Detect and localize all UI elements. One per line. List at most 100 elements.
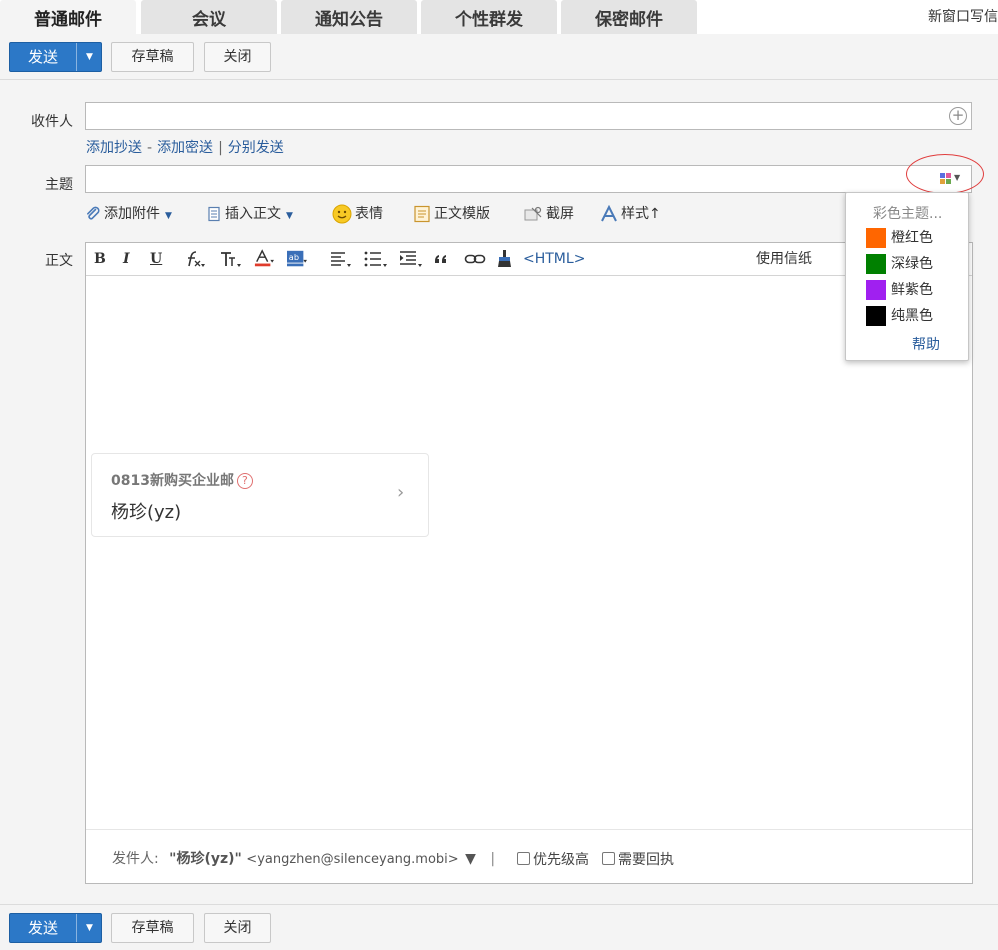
theme-option-label: 橙红色 — [891, 230, 933, 246]
style-label: 样式↑ — [621, 206, 661, 222]
sender-name: "杨珍(yz)" — [169, 851, 242, 867]
theme-option-orange[interactable]: 橙红色 — [866, 228, 933, 248]
smiley-icon — [332, 204, 352, 224]
theme-option-black[interactable]: 纯黑色 — [866, 306, 933, 326]
theme-option-dark-green[interactable]: 深绿色 — [866, 254, 933, 274]
add-cc-link[interactable]: 添加抄送 — [86, 140, 142, 156]
bold-button[interactable]: B — [94, 249, 106, 269]
sender-label: 发件人: — [112, 851, 159, 867]
tab-confidential-mail[interactable]: 保密邮件 — [561, 0, 697, 34]
quote-icon[interactable] — [433, 249, 449, 269]
add-contact-icon[interactable]: + — [949, 107, 967, 125]
chevron-right-icon[interactable]: › — [397, 482, 404, 503]
send-options-caret-icon[interactable]: ▼ — [77, 43, 102, 71]
emoji-button[interactable]: 表情 — [332, 203, 383, 225]
insert-body-button[interactable]: 插入正文 ▼ — [206, 203, 293, 225]
to-label: 收件人 — [31, 114, 73, 130]
add-attachment-button[interactable]: 添加附件 ▼ — [85, 203, 172, 225]
tab-meeting[interactable]: 会议 — [141, 0, 277, 34]
priority-label: 优先级高 — [533, 852, 589, 868]
swatch-orange — [866, 228, 886, 248]
theme-help-link[interactable]: 帮助 — [912, 334, 940, 354]
cc-links: 添加抄送 - 添加密送 | 分别发送 — [86, 137, 284, 157]
add-attachment-label: 添加附件 — [104, 206, 160, 222]
paperclip-icon — [87, 206, 100, 220]
swatch-black — [866, 306, 886, 326]
insert-body-label: 插入正文 — [225, 206, 281, 222]
bottom-toolbar: 发送 ▼ 存草稿 关闭 — [0, 904, 998, 950]
swatch-purple — [866, 280, 886, 300]
receipt-option[interactable]: 需要回执 — [602, 849, 674, 869]
new-window-compose-link[interactable]: 新窗口写信 — [928, 6, 998, 26]
priority-checkbox[interactable] — [517, 852, 530, 865]
close-button-bottom[interactable]: 关闭 — [204, 913, 271, 943]
screenshot-label: 截屏 — [546, 206, 574, 222]
format-painter-icon[interactable] — [496, 249, 514, 269]
add-bcc-link[interactable]: 添加密送 — [157, 140, 213, 156]
font-family-icon[interactable] — [184, 249, 206, 269]
save-draft-button[interactable]: 存草稿 — [111, 42, 194, 72]
font-color-icon[interactable] — [252, 249, 276, 269]
scissors-icon — [524, 206, 542, 221]
tab-notice[interactable]: 通知公告 — [281, 0, 417, 34]
signature-company-text: 0813新购买企业邮 — [111, 473, 234, 489]
send-button-bottom[interactable]: 发送 ▼ — [9, 913, 102, 943]
emoji-label: 表情 — [355, 206, 383, 222]
align-icon[interactable] — [329, 249, 353, 269]
send-separately-link[interactable]: 分别发送 — [228, 140, 284, 156]
body-label: 正文 — [45, 253, 73, 269]
font-size-icon[interactable] — [219, 249, 243, 269]
theme-option-label: 深绿色 — [891, 256, 933, 272]
footer-divider: | — [490, 851, 496, 867]
svg-text:ab: ab — [289, 252, 299, 262]
send-button-label: 发送 — [27, 919, 58, 937]
receipt-checkbox[interactable] — [602, 852, 615, 865]
send-button-label: 发送 — [27, 48, 58, 66]
highlight-circle — [906, 154, 984, 194]
top-toolbar: 发送 ▼ 存草稿 关闭 — [0, 34, 998, 80]
screenshot-button[interactable]: 截屏 — [523, 203, 574, 225]
to-input[interactable]: + — [85, 102, 972, 130]
highlight-color-icon[interactable]: ab — [285, 249, 309, 269]
link-icon[interactable] — [464, 249, 486, 269]
html-mode-button[interactable]: <HTML> — [523, 249, 585, 269]
tab-regular-mail[interactable]: 普通邮件 — [0, 0, 136, 34]
use-stationery-button[interactable]: 使用信纸 — [756, 249, 812, 269]
subject-label: 主题 — [45, 177, 73, 193]
template-icon — [414, 205, 430, 223]
signature-name: 杨珍(yz) — [111, 502, 182, 523]
theme-option-label: 鲜紫色 — [891, 282, 933, 298]
bar-separator: | — [218, 140, 223, 156]
indent-icon[interactable] — [398, 249, 424, 269]
theme-option-label: 纯黑色 — [891, 308, 933, 324]
underline-button[interactable]: U — [150, 249, 162, 269]
priority-option[interactable]: 优先级高 — [517, 849, 589, 869]
style-button[interactable]: 样式↑ — [600, 203, 661, 225]
theme-option-purple[interactable]: 鲜紫色 — [866, 280, 933, 300]
sender-footer: 发件人: "杨珍(yz)" <yangzhen@silenceyang.mobi… — [86, 829, 972, 883]
swatch-green — [866, 254, 886, 274]
send-button[interactable]: 发送 ▼ — [9, 42, 102, 72]
send-options-caret-icon[interactable]: ▼ — [77, 914, 102, 942]
color-theme-menu: 彩色主题... 橙红色 深绿色 鲜紫色 纯黑色 帮助 — [845, 192, 969, 361]
tab-personal-group[interactable]: 个性群发 — [421, 0, 557, 34]
italic-button[interactable]: I — [123, 249, 130, 269]
compose-type-tabs: 普通邮件 会议 通知公告 个性群发 保密邮件 新窗口写信 — [0, 0, 998, 34]
subject-input[interactable] — [85, 165, 972, 193]
font-style-icon — [601, 205, 617, 222]
body-template-button[interactable]: 正文模版 — [413, 203, 490, 225]
help-question-icon[interactable]: ? — [236, 473, 253, 489]
document-icon — [208, 206, 220, 222]
formatting-toolbar: B I U ab <HTML> 使用信纸 — [86, 243, 972, 276]
list-icon[interactable] — [363, 249, 389, 269]
body-editor[interactable]: B I U ab <HTML> 使用信纸 0813新购买企业邮 ? 杨珍(yz)… — [85, 242, 973, 884]
save-draft-button-bottom[interactable]: 存草稿 — [111, 913, 194, 943]
insert-caret-icon: ▼ — [286, 211, 293, 221]
sender-dropdown-icon[interactable]: ▼ — [465, 851, 476, 867]
receipt-label: 需要回执 — [618, 852, 674, 868]
theme-menu-title[interactable]: 彩色主题... — [873, 203, 942, 223]
signature-card[interactable]: 0813新购买企业邮? 杨珍(yz) › — [91, 453, 429, 537]
body-template-label: 正文模版 — [434, 206, 490, 222]
close-button[interactable]: 关闭 — [204, 42, 271, 72]
sender-info: 发件人: "杨珍(yz)" <yangzhen@silenceyang.mobi… — [112, 848, 495, 868]
